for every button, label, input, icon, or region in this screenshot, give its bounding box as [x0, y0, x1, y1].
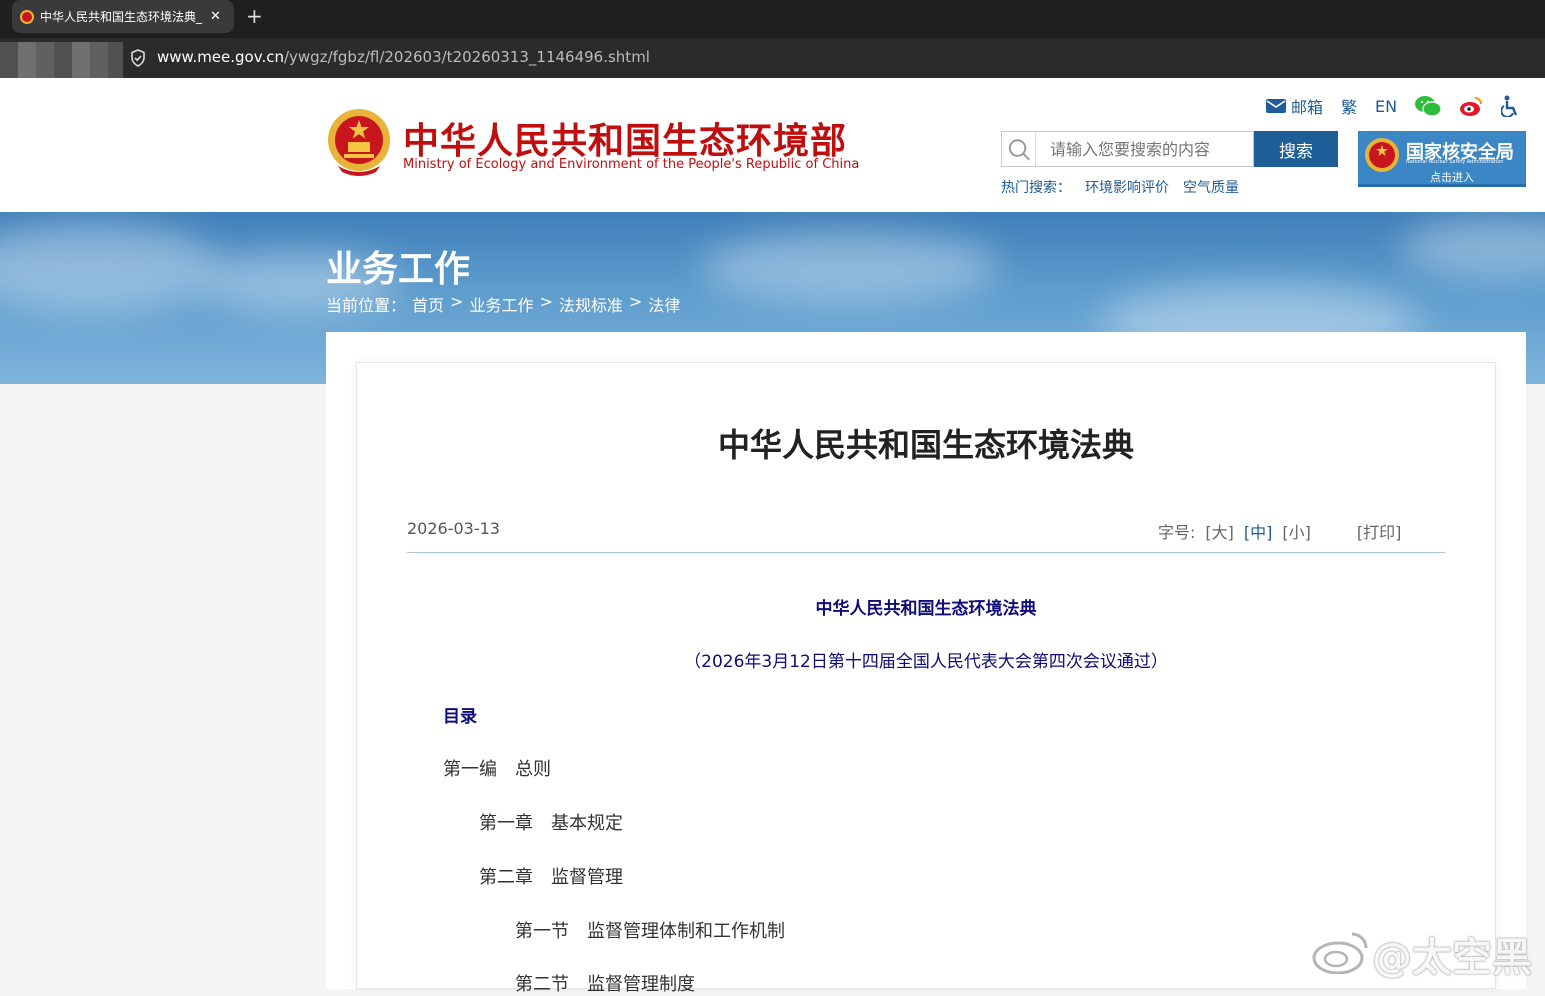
divider — [407, 552, 1445, 553]
breadcrumb-regulations[interactable]: 法规标准 — [559, 292, 623, 316]
font-size-controls: 字号: [大] [中] [小] [打印] — [1158, 519, 1401, 543]
font-size-label: 字号: — [1158, 523, 1196, 542]
mail-icon — [1266, 99, 1286, 113]
cloud-decoration — [1400, 217, 1545, 277]
cloud-decoration — [700, 232, 1000, 302]
nnsa-enter: 点击进入 — [1430, 171, 1474, 184]
font-size-medium[interactable]: [中] — [1244, 519, 1273, 543]
url-domain: www.mee.gov.cn — [157, 48, 284, 66]
national-emblem-icon[interactable] — [326, 108, 392, 176]
url-path: /ywgz/fgbz/fl/202603/t20260313_1146496.s… — [283, 48, 650, 66]
traditional-chinese-link[interactable]: 繁 — [1341, 94, 1357, 118]
breadcrumb-law[interactable]: 法律 — [648, 292, 680, 316]
cloud-decoration — [0, 222, 220, 312]
nnsa-emblem-icon — [1365, 138, 1399, 172]
nnsa-banner-link[interactable]: 国家核安全局 National Nuclear Safety Administr… — [1358, 131, 1526, 187]
hot-search: 热门搜索： 环境影响评价 空气质量 — [1001, 177, 1239, 197]
hot-search-label: 热门搜索： — [1001, 180, 1071, 196]
close-tab-icon[interactable]: ✕ — [210, 9, 221, 24]
breadcrumb-label: 当前位置： — [326, 296, 407, 315]
watermark-text: @太空黑 — [1372, 935, 1532, 981]
favicon-icon — [20, 9, 34, 24]
weibo-icon[interactable] — [1459, 96, 1483, 116]
site-name-english[interactable]: Ministry of Ecology and Environment of t… — [403, 157, 859, 172]
english-link[interactable]: EN — [1375, 97, 1397, 116]
breadcrumb-separator: > — [539, 292, 553, 311]
breadcrumb-separator: > — [628, 292, 643, 311]
hot-search-item[interactable]: 环境影响评价 — [1085, 177, 1169, 197]
font-size-small[interactable]: [小] — [1282, 519, 1311, 543]
browser-tab[interactable]: 中华人民共和国生态环境法典_ ✕ — [12, 0, 234, 33]
browser-tabbar: 中华人民共和国生态环境法典_ ✕ + — [0, 0, 1545, 38]
top-links: 邮箱 繁 EN — [1266, 94, 1519, 118]
search-box — [1001, 131, 1254, 167]
breadcrumb-separator: > — [450, 292, 464, 311]
toc-item: 第二节 监督管理制度 — [515, 974, 695, 995]
wechat-icon[interactable] — [1415, 96, 1442, 116]
breadcrumb-home[interactable]: 首页 — [412, 292, 444, 316]
mail-label: 邮箱 — [1291, 98, 1324, 117]
section-title: 业务工作 — [326, 249, 471, 290]
search-input[interactable] — [1048, 138, 1248, 160]
search-button[interactable]: 搜索 — [1254, 131, 1338, 167]
new-tab-icon[interactable]: + — [246, 4, 263, 28]
article-title: 中华人民共和国生态环境法典 — [717, 426, 1134, 464]
font-size-large[interactable]: [大] — [1205, 519, 1234, 543]
toc-item: 第二章 监督管理 — [479, 867, 623, 888]
law-subtitle: （2026年3月12日第十四届全国人民代表大会第四次会议通过） — [684, 652, 1168, 672]
law-title: 中华人民共和国生态环境法典 — [815, 599, 1037, 619]
breadcrumb: 当前位置： 首页 > 业务工作 > 法规标准 > 法律 — [326, 292, 680, 316]
toc-item: 第一节 监督管理体制和工作机制 — [515, 921, 785, 942]
weibo-watermark-icon — [1312, 932, 1368, 974]
accessibility-icon[interactable] — [1501, 95, 1519, 117]
mail-link[interactable]: 邮箱 — [1266, 94, 1323, 118]
site-security-icon[interactable] — [130, 49, 146, 67]
print-button[interactable]: [打印] — [1357, 519, 1402, 543]
url-text[interactable]: www.mee.gov.cn/ywgz/fgbz/fl/202603/t2026… — [157, 48, 650, 66]
breadcrumb-business[interactable]: 业务工作 — [469, 292, 533, 316]
toc-item: 第一编 总则 — [443, 759, 551, 780]
article-date: 2026-03-13 — [407, 519, 500, 538]
toc-heading: 目录 — [443, 707, 477, 727]
nnsa-name-english: National Nuclear Safety Administration — [1406, 159, 1504, 165]
tab-title: 中华人民共和国生态环境法典_ — [40, 10, 203, 24]
search-icon[interactable] — [1002, 132, 1036, 166]
hot-search-item[interactable]: 空气质量 — [1183, 177, 1239, 197]
blurred-region — [0, 42, 123, 82]
toc-item: 第一章 基本规定 — [479, 813, 623, 834]
